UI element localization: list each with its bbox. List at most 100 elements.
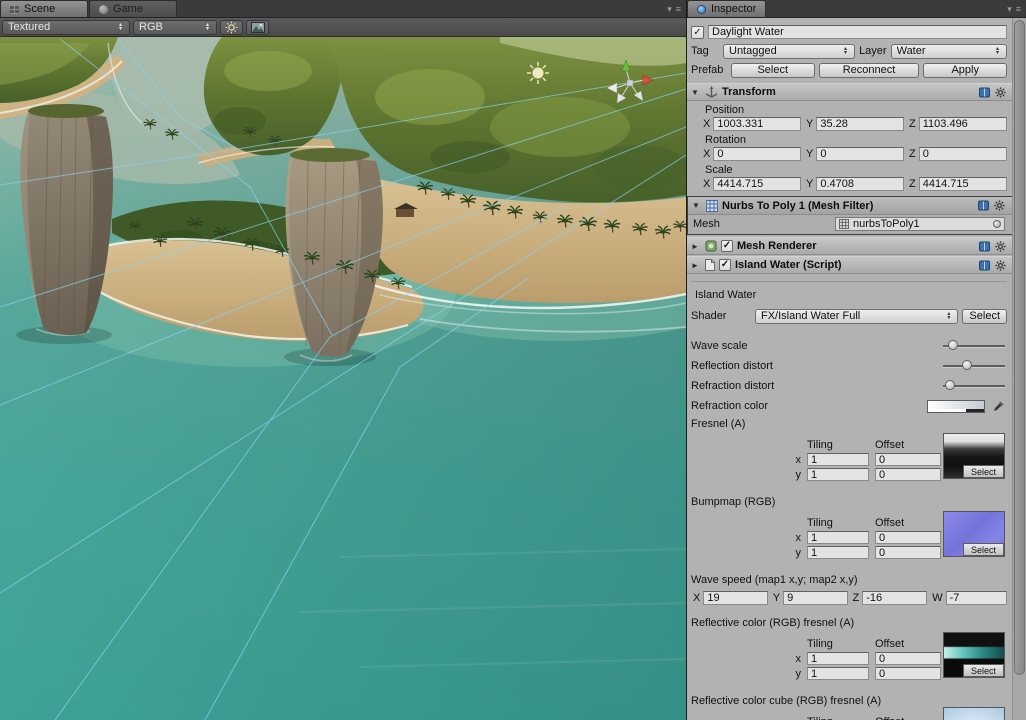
foldout-closed-icon[interactable]: ► xyxy=(691,242,701,251)
mesh-filter-header[interactable]: ▼ Nurbs To Poly 1 (Mesh Filter) xyxy=(688,197,1025,215)
help-book-icon[interactable] xyxy=(979,241,990,252)
tab-inspector[interactable]: Inspector xyxy=(687,0,766,17)
reflective-color-texture-preview[interactable]: Select xyxy=(943,632,1005,678)
position-x-field[interactable] xyxy=(713,117,801,131)
reflective-tiling-y-field[interactable] xyxy=(807,667,869,680)
island-water-script-header[interactable]: ► ✓ Island Water (Script) xyxy=(687,256,1026,274)
fresnel-offset-y-field[interactable] xyxy=(875,468,941,481)
x-axis-label: X xyxy=(693,592,700,604)
gear-icon[interactable] xyxy=(995,241,1006,252)
scene-viewport[interactable] xyxy=(0,37,686,720)
island-water-enabled-checkbox[interactable]: ✓ xyxy=(719,259,731,271)
bumpmap-label: Bumpmap (RGB) xyxy=(691,496,1007,508)
foldout-closed-icon[interactable]: ► xyxy=(691,261,701,270)
mesh-renderer-enabled-checkbox[interactable]: ✓ xyxy=(721,240,733,252)
rotation-label: Rotation xyxy=(705,134,1007,146)
bumpmap-texture-preview[interactable]: Select xyxy=(943,511,1005,557)
refraction-color-swatch[interactable] xyxy=(927,400,985,413)
z-axis-label: Z xyxy=(909,118,916,130)
bumpmap-tiling-y-field[interactable] xyxy=(807,546,869,559)
rotation-z-field[interactable] xyxy=(919,147,1007,161)
scale-z-field[interactable] xyxy=(919,177,1007,191)
scrollbar-thumb[interactable] xyxy=(1014,20,1025,675)
reflective-offset-y-field[interactable] xyxy=(875,667,941,680)
slider-thumb[interactable] xyxy=(945,380,955,390)
inspector-scrollbar[interactable] xyxy=(1012,18,1026,720)
fresnel-texture-preview[interactable]: Select xyxy=(943,433,1005,479)
mesh-filter-title: Nurbs To Poly 1 (Mesh Filter) xyxy=(722,200,873,212)
rotation-fields: X Y Z xyxy=(703,147,1007,161)
foldout-open-icon[interactable]: ▼ xyxy=(691,88,701,97)
reflective-cube-texture-preview[interactable] xyxy=(943,707,1005,720)
refraction-distort-slider[interactable] xyxy=(943,376,1005,396)
panel-dropdown-icon[interactable]: ▾ xyxy=(1007,5,1012,14)
transform-header[interactable]: ▼ Transform xyxy=(687,83,1026,101)
foldout-open-icon[interactable]: ▼ xyxy=(692,201,702,210)
scene-tab-icon xyxy=(10,5,19,14)
reflective-tiling-x-field[interactable] xyxy=(807,652,869,665)
y-axis-label: Y xyxy=(806,118,813,130)
help-book-icon[interactable] xyxy=(978,200,989,211)
fresnel-texture-select-button[interactable]: Select xyxy=(963,465,1004,478)
scene-lighting-toggle-button[interactable] xyxy=(220,20,243,35)
reflection-distort-slider[interactable] xyxy=(943,356,1005,376)
slider-thumb[interactable] xyxy=(962,360,972,370)
active-checkbox[interactable]: ✓ xyxy=(691,26,704,39)
help-book-icon[interactable] xyxy=(979,87,990,98)
draw-mode-dropdown[interactable]: Textured xyxy=(2,20,130,35)
gear-icon[interactable] xyxy=(995,87,1006,98)
panel-menu-icon[interactable]: ≡ xyxy=(676,5,681,14)
wave-speed-x-field[interactable] xyxy=(703,591,767,605)
x-row-label: x xyxy=(791,653,801,665)
help-book-icon[interactable] xyxy=(979,260,990,271)
directional-light-gizmo[interactable] xyxy=(527,62,549,84)
bumpmap-offset-x-field[interactable] xyxy=(875,531,941,544)
fresnel-tiling-y-field[interactable] xyxy=(807,468,869,481)
gear-icon[interactable] xyxy=(994,200,1005,211)
reflective-color-select-button[interactable]: Select xyxy=(963,664,1004,677)
prefab-apply-button[interactable]: Apply xyxy=(923,63,1007,78)
bumpmap-offset-y-field[interactable] xyxy=(875,546,941,559)
mesh-filter-component: ▼ Nurbs To Poly 1 (Mesh Filter) Mesh nur… xyxy=(687,196,1026,235)
fresnel-offset-x-field[interactable] xyxy=(875,453,941,466)
x-row-label: x xyxy=(791,532,801,544)
mesh-renderer-icon xyxy=(705,240,717,252)
layer-dropdown[interactable]: Water xyxy=(891,44,1007,59)
reflective-color-label: Reflective color (RGB) fresnel (A) xyxy=(691,617,1007,629)
prefab-reconnect-button[interactable]: Reconnect xyxy=(819,63,920,78)
position-y-field[interactable] xyxy=(816,117,904,131)
tab-game[interactable]: Game xyxy=(89,0,177,17)
scene-effects-toggle-button[interactable] xyxy=(246,20,269,35)
wave-speed-w-field[interactable] xyxy=(946,591,1007,605)
mesh-renderer-header[interactable]: ► ✓ Mesh Renderer xyxy=(687,237,1026,255)
wave-speed-z-field[interactable] xyxy=(862,591,927,605)
shader-dropdown[interactable]: FX/Island Water Full xyxy=(755,309,958,324)
prefab-select-button[interactable]: Select xyxy=(731,63,815,78)
wave-speed-y-field[interactable] xyxy=(783,591,847,605)
eyedropper-icon[interactable] xyxy=(993,400,1005,412)
mesh-object-field[interactable]: nurbsToPoly1 xyxy=(835,217,1005,231)
object-picker-icon[interactable] xyxy=(993,220,1001,228)
wave-speed-label: Wave speed (map1 x,y; map2 x,y) xyxy=(691,574,1007,586)
object-name-field[interactable] xyxy=(708,25,1007,39)
tab-scene[interactable]: Scene xyxy=(0,0,88,17)
y-row-label: y xyxy=(791,547,801,559)
render-mode-dropdown[interactable]: RGB xyxy=(133,20,217,35)
gear-icon[interactable] xyxy=(995,260,1006,271)
slider-thumb[interactable] xyxy=(948,340,958,350)
reflective-offset-x-field[interactable] xyxy=(875,652,941,665)
tag-dropdown[interactable]: Untagged xyxy=(723,44,855,59)
fresnel-tiling-x-field[interactable] xyxy=(807,453,869,466)
position-z-field[interactable] xyxy=(919,117,1007,131)
wave-scale-slider[interactable] xyxy=(943,336,1005,356)
tiling-label: Tiling xyxy=(807,517,869,529)
rotation-x-field[interactable] xyxy=(713,147,801,161)
scale-x-field[interactable] xyxy=(713,177,801,191)
bumpmap-texture-select-button[interactable]: Select xyxy=(963,543,1004,556)
scale-y-field[interactable] xyxy=(816,177,904,191)
rotation-y-field[interactable] xyxy=(816,147,904,161)
shader-select-button[interactable]: Select xyxy=(962,309,1007,324)
panel-dropdown-icon[interactable]: ▾ xyxy=(667,5,672,14)
panel-menu-icon[interactable]: ≡ xyxy=(1016,5,1021,14)
bumpmap-tiling-x-field[interactable] xyxy=(807,531,869,544)
